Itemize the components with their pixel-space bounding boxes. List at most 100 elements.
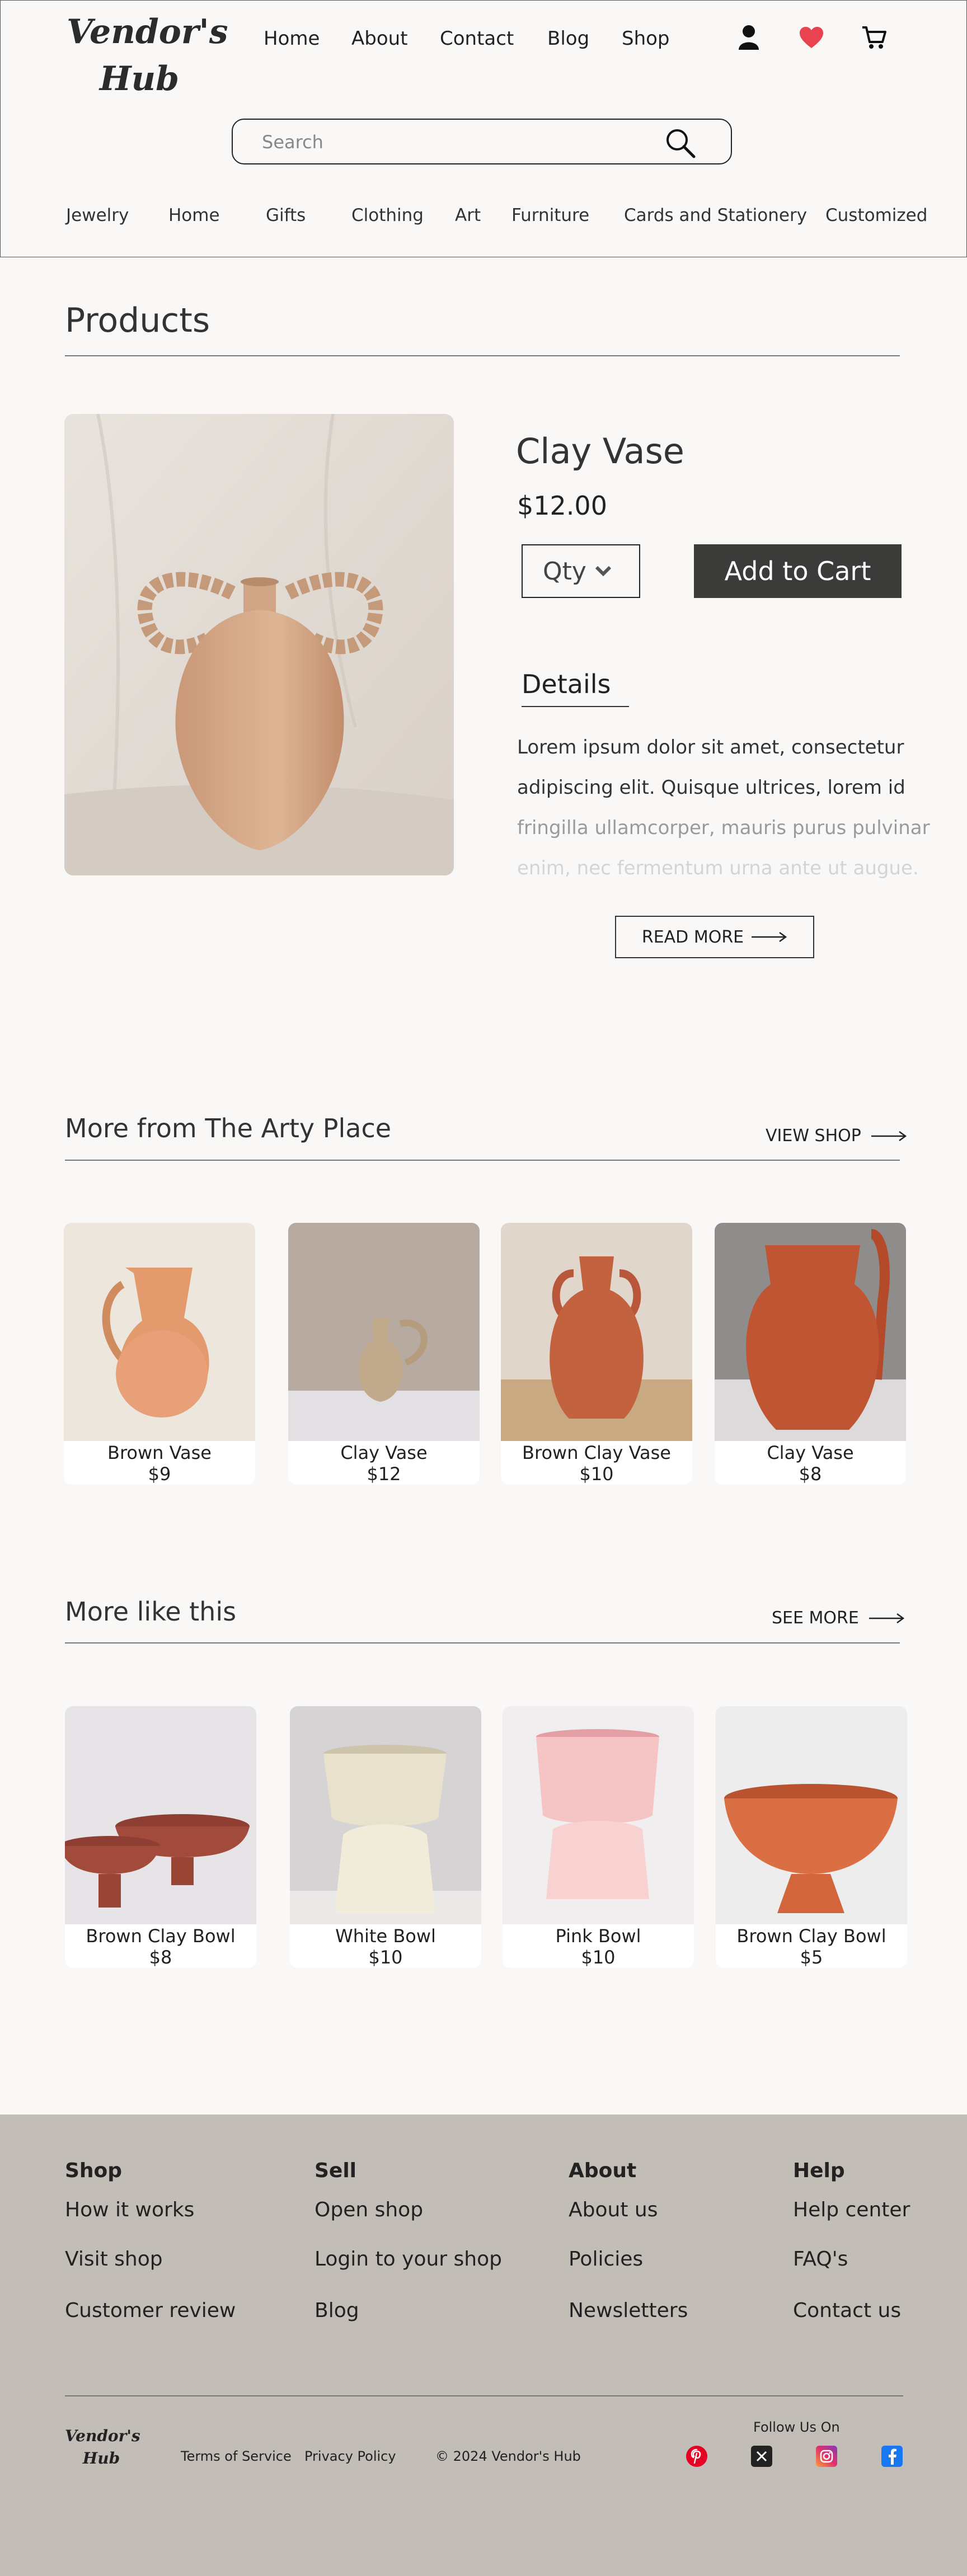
product-card[interactable]: Brown Vase $9 xyxy=(64,1223,255,1485)
product-price: $12 xyxy=(367,1463,401,1485)
view-shop-link[interactable]: VIEW SHOP xyxy=(766,1126,907,1146)
facebook-icon[interactable] xyxy=(881,2446,903,2467)
footer-link-customer-review[interactable]: Customer review xyxy=(65,2299,236,2322)
footer-link-policies[interactable]: Policies xyxy=(569,2248,643,2271)
product-price: $10 xyxy=(581,1947,616,1968)
nav-shop[interactable]: Shop xyxy=(622,27,670,50)
copyright: © 2024 Vendor's Hub xyxy=(435,2448,581,2464)
footer-link-contact-us[interactable]: Contact us xyxy=(793,2299,901,2322)
product-price: $12.00 xyxy=(517,491,607,521)
product-card[interactable]: Brown Clay Bowl $8 xyxy=(65,1706,256,1968)
product-thumbnail xyxy=(501,1223,692,1441)
product-name: White Bowl xyxy=(335,1925,436,1947)
arrow-right-icon xyxy=(752,931,787,943)
product-card[interactable]: White Bowl $10 xyxy=(290,1706,481,1968)
copyright-text: 2024 Vendor's Hub xyxy=(453,2448,581,2464)
description-line: fringilla ullamcorper, mauris purus pulv… xyxy=(517,817,930,839)
read-more-label: READ MORE xyxy=(641,927,744,947)
follow-us-label: Follow Us On xyxy=(753,2419,840,2435)
arrow-right-icon xyxy=(871,1131,907,1142)
product-thumbnail xyxy=(503,1706,694,1924)
more-from-heading: More from The Arty Place xyxy=(65,1113,392,1143)
footer-heading-help: Help xyxy=(793,2159,845,2182)
category-furniture[interactable]: Furniture xyxy=(511,205,589,225)
product-thumbnail xyxy=(290,1706,481,1924)
footer-heading-shop: Shop xyxy=(65,2159,123,2182)
category-jewelry[interactable]: Jewelry xyxy=(66,205,129,225)
copyright-icon: © xyxy=(435,2448,449,2464)
nav-about[interactable]: About xyxy=(351,27,408,50)
search-icon[interactable] xyxy=(664,126,697,160)
divider xyxy=(65,1160,900,1161)
cart-icon[interactable] xyxy=(860,22,888,53)
product-card[interactable]: Clay Vase $12 xyxy=(288,1223,480,1485)
user-icon[interactable] xyxy=(735,22,763,53)
see-more-link[interactable]: SEE MORE xyxy=(772,1608,905,1628)
description-line: enim, nec fermentum urna ante ut augue. xyxy=(517,857,919,879)
product-price: $5 xyxy=(800,1947,823,1968)
nav-home[interactable]: Home xyxy=(264,27,320,50)
search-input[interactable] xyxy=(261,128,655,157)
category-home[interactable]: Home xyxy=(168,205,220,225)
category-clothing[interactable]: Clothing xyxy=(351,205,424,225)
details-underline xyxy=(522,706,629,707)
category-gifts[interactable]: Gifts xyxy=(266,205,306,225)
footer-link-about-us[interactable]: About us xyxy=(569,2198,658,2221)
qty-label: Qty xyxy=(543,557,586,586)
terms-link[interactable]: Terms of Service xyxy=(181,2448,292,2464)
product-price: $9 xyxy=(148,1463,171,1485)
product-thumbnail xyxy=(716,1706,907,1924)
product-image[interactable] xyxy=(64,414,454,875)
product-name: Clay Vase xyxy=(340,1442,428,1463)
footer-link-how-it-works[interactable]: How it works xyxy=(65,2198,194,2221)
footer-link-help-center[interactable]: Help center xyxy=(793,2198,910,2221)
footer-divider xyxy=(65,2395,903,2396)
site-logo[interactable]: Vendor's Hub xyxy=(67,8,228,102)
footer-heading-sell: Sell xyxy=(314,2159,357,2182)
footer-link-open-shop[interactable]: Open shop xyxy=(314,2198,423,2221)
x-icon[interactable] xyxy=(751,2446,772,2467)
product-title: Clay Vase xyxy=(516,431,684,472)
footer-link-visit-shop[interactable]: Visit shop xyxy=(65,2248,163,2271)
footer-link-blog[interactable]: Blog xyxy=(314,2299,359,2322)
product-card[interactable]: Brown Clay Bowl $5 xyxy=(716,1706,907,1968)
search-bar xyxy=(232,119,732,164)
footer-link-login-shop[interactable]: Login to your shop xyxy=(314,2248,502,2271)
page-title: Products xyxy=(65,301,210,340)
divider xyxy=(65,355,900,356)
add-to-cart-button[interactable]: Add to Cart xyxy=(694,544,902,598)
product-thumbnail xyxy=(64,1223,255,1441)
footer-link-faqs[interactable]: FAQ's xyxy=(793,2248,848,2271)
product-price: $10 xyxy=(579,1463,614,1485)
site-footer: Shop How it works Visit shop Customer re… xyxy=(0,2115,967,2576)
product-card[interactable]: Brown Clay Vase $10 xyxy=(501,1223,692,1485)
product-card[interactable]: Pink Bowl $10 xyxy=(503,1706,694,1968)
product-card[interactable]: Clay Vase $8 xyxy=(715,1223,906,1485)
privacy-link[interactable]: Privacy Policy xyxy=(304,2448,396,2464)
product-name: Brown Clay Bowl xyxy=(86,1925,236,1947)
chevron-down-icon xyxy=(594,565,612,577)
view-shop-label: VIEW SHOP xyxy=(766,1126,861,1146)
heart-icon[interactable] xyxy=(797,22,825,53)
quantity-dropdown[interactable]: Qty xyxy=(522,544,640,598)
product-name: Pink Bowl xyxy=(555,1925,641,1947)
footer-logo[interactable]: Vendor's Hub xyxy=(65,2425,140,2470)
footer-link-newsletters[interactable]: Newsletters xyxy=(569,2299,688,2322)
product-thumbnail xyxy=(715,1223,906,1441)
nav-blog[interactable]: Blog xyxy=(547,27,589,50)
category-customized[interactable]: Customized xyxy=(825,205,927,225)
see-more-label: SEE MORE xyxy=(772,1608,859,1628)
category-cards-stationery[interactable]: Cards and Stationery xyxy=(624,205,807,225)
read-more-button[interactable]: READ MORE xyxy=(615,916,814,958)
site-header: Vendor's Hub Home About Contact Blog Sho… xyxy=(0,0,967,257)
nav-contact[interactable]: Contact xyxy=(440,27,514,50)
description-line: adipiscing elit. Quisque ultrices, lorem… xyxy=(517,776,905,799)
pinterest-icon[interactable] xyxy=(686,2446,707,2467)
details-heading: Details xyxy=(522,669,611,699)
product-price: $8 xyxy=(799,1463,822,1485)
instagram-icon[interactable] xyxy=(816,2446,837,2467)
category-art[interactable]: Art xyxy=(455,205,481,225)
footer-heading-about: About xyxy=(569,2159,637,2182)
product-price: $10 xyxy=(368,1947,403,1968)
product-description: Lorem ipsum dolor sit amet, consectetur … xyxy=(517,727,930,888)
